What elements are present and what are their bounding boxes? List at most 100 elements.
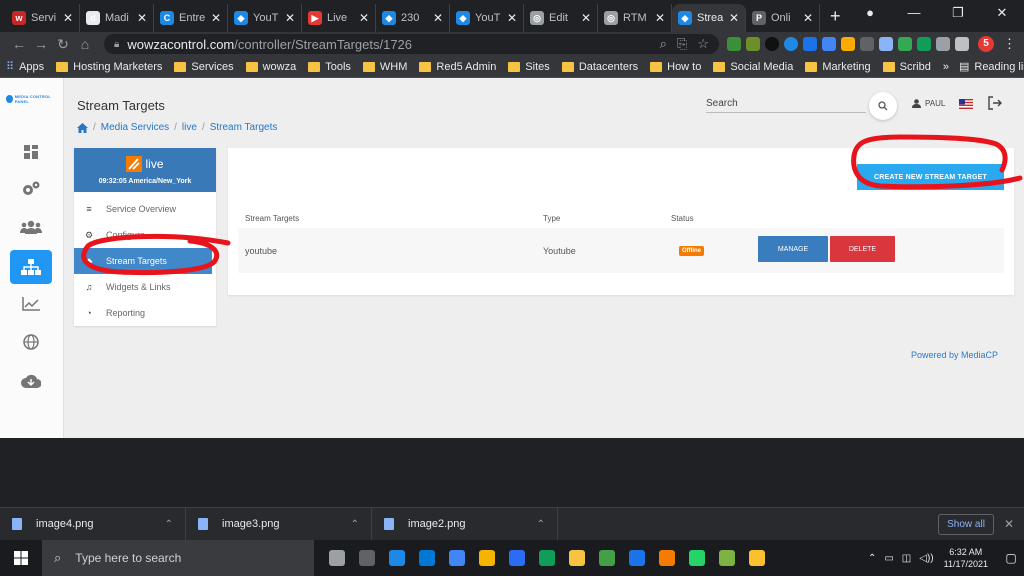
us-flag-icon[interactable] [959,99,973,109]
browser-tab[interactable]: ▶ Live ✕ [302,4,376,32]
extension-icon[interactable] [765,37,779,51]
forward-arrow-icon[interactable]: → [30,36,52,52]
browser-tab[interactable]: P Onli ✕ [746,4,820,32]
browser-menu-icon[interactable]: ⋮ [1003,36,1016,52]
delete-button[interactable]: DELETE [830,236,895,262]
close-window-button[interactable]: ✕ [980,0,1024,30]
tab-close-icon[interactable]: ✕ [359,11,369,25]
address-bar[interactable]: 🔒︎ wowzacontrol.com /controller/StreamTa… [104,34,719,54]
taskbar-app-icon[interactable] [384,545,410,571]
taskbar-app-icon[interactable] [534,545,560,571]
create-stream-target-button[interactable]: CREATE NEW STREAM TARGET [857,164,1004,190]
browser-tab[interactable]: d Madi ✕ [80,4,154,32]
minimize-button[interactable]: — [892,0,936,30]
volume-icon[interactable]: ◁)) [919,553,933,564]
restore-button[interactable]: ❐ [936,0,980,30]
bookmark-item[interactable]: Scribd [882,61,931,73]
browser-tab[interactable]: w Servi ✕ [6,4,80,32]
user-menu[interactable]: PAUL [912,99,945,108]
bookmark-item[interactable]: How to [650,61,701,73]
taskbar-app-icon[interactable] [684,545,710,571]
new-tab-button[interactable]: + [820,6,851,32]
bookmark-item[interactable]: wowza [245,61,296,73]
extension-icon[interactable] [841,37,855,51]
tab-close-icon[interactable]: ✕ [285,11,295,25]
tab-close-icon[interactable]: ✕ [655,11,665,25]
taskbar-clock[interactable]: 6:32 AM 11/17/2021 [944,546,988,570]
statistics-nav-icon[interactable] [12,289,50,319]
share-icon[interactable]: ⎘ [677,36,687,52]
browser-tab[interactable]: ◆ YouT ✕ [450,4,524,32]
search-button[interactable] [869,92,897,120]
users-nav-icon[interactable] [12,212,50,242]
reading-list-button[interactable]: Reading list [974,61,1024,73]
bookmark-item[interactable]: Red5 Admin [419,61,496,73]
browser-tab[interactable]: ◎ RTM ✕ [598,4,672,32]
puzzle-icon[interactable] [955,37,969,51]
bookmark-item[interactable]: Datacenters [561,61,638,73]
browser-tab[interactable]: ◎ Edit ✕ [524,4,598,32]
cloud-download-nav-icon[interactable] [12,366,50,396]
taskbar-app-icon[interactable] [444,545,470,571]
logout-icon[interactable] [988,96,1002,110]
chevron-up-icon[interactable]: ⌃ [351,519,359,530]
download-item[interactable]: image4.png ⌃ [0,507,186,541]
bookmark-item[interactable]: Sites [508,61,550,73]
chevron-up-icon[interactable]: ⌃ [537,519,545,530]
tab-close-icon[interactable]: ✕ [211,11,221,25]
profile-avatar[interactable]: 5 [978,36,994,52]
home-icon[interactable] [77,122,88,133]
tab-close-icon[interactable]: ✕ [507,11,517,25]
chrome-profile-icon[interactable]: ● [848,0,892,30]
browser-tab[interactable]: ◆ Strea ✕ [672,4,746,32]
service-menu-item[interactable]: ≡ Service Overview [74,196,216,222]
bookmark-star-icon[interactable]: ☆ [697,36,709,52]
taskbar-app-icon[interactable] [714,545,740,571]
chevron-up-icon[interactable]: ⌃ [868,553,876,564]
tab-close-icon[interactable]: ✕ [433,11,443,25]
bookmark-item[interactable]: Social Media [713,61,793,73]
manage-button[interactable]: MANAGE [758,236,828,262]
extension-icon[interactable] [803,37,817,51]
home-icon[interactable]: ⌂ [74,36,96,52]
camera-icon[interactable] [936,37,950,51]
chevron-up-icon[interactable]: ⌃ [165,519,173,530]
taskbar-app-icon[interactable] [504,545,530,571]
powered-by-link[interactable]: Powered by MediaCP [911,350,998,360]
service-menu-item[interactable]: ⚙ Configure [74,222,216,248]
mediacp-logo[interactable]: MEDIA CONTROL PANEL [6,94,58,104]
close-icon[interactable]: ✕ [1004,517,1014,531]
globe-nav-icon[interactable] [12,327,50,357]
service-menu-item[interactable]: ◆ Stream Targets [74,248,212,274]
tab-close-icon[interactable]: ✕ [137,11,147,25]
tab-close-icon[interactable]: ✕ [729,11,739,25]
download-item[interactable]: image2.png ⌃ [372,507,558,541]
breadcrumb-live[interactable]: live [182,122,197,133]
extension-icon[interactable] [860,37,874,51]
extension-icon[interactable] [898,37,912,51]
services-nav-icon[interactable] [10,250,52,284]
breadcrumb-media-services[interactable]: Media Services [101,122,169,133]
browser-tab[interactable]: ◆ YouT ✕ [228,4,302,32]
back-arrow-icon[interactable]: ← [8,36,30,52]
service-menu-item[interactable]: ◔ Reporting [74,300,216,326]
extension-icon[interactable] [727,37,741,51]
taskbar-app-icon[interactable] [474,545,500,571]
taskbar-app-icon[interactable] [564,545,590,571]
tab-close-icon[interactable]: ✕ [63,11,73,25]
bookmark-item[interactable]: Marketing [805,61,871,73]
taskbar-search-input[interactable]: ⌕ Type here to search [42,540,314,576]
reload-icon[interactable]: ↻ [52,36,74,53]
settings-nav-icon[interactable] [12,174,50,204]
browser-tab[interactable]: ◆ 230 ✕ [376,4,450,32]
taskbar-app-icon[interactable] [414,545,440,571]
taskbar-app-icon[interactable] [744,545,770,571]
taskbar-app-icon[interactable] [594,545,620,571]
download-item[interactable]: image3.png ⌃ [186,507,372,541]
breadcrumb-stream-targets[interactable]: Stream Targets [210,122,278,133]
tab-close-icon[interactable]: ✕ [581,11,591,25]
taskbar-app-icon[interactable] [654,545,680,571]
show-all-downloads-button[interactable]: Show all [938,513,994,535]
bookmarks-overflow-button[interactable]: » [943,61,949,73]
search-input[interactable]: Search [706,98,866,113]
